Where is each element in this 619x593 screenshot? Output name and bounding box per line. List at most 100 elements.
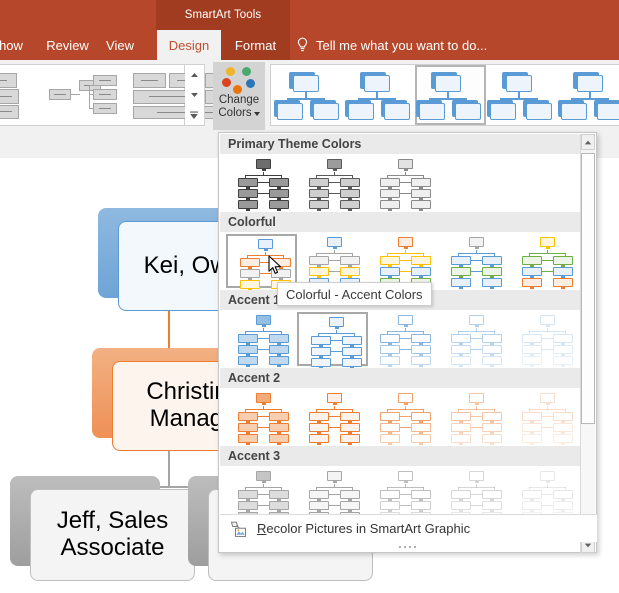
- glyph-node-r1c2: [553, 412, 573, 421]
- scroll-up-icon[interactable]: [581, 134, 595, 150]
- glyph-node-r2c1: [238, 423, 258, 432]
- connector: [387, 175, 424, 176]
- glyph-node-r2c2: [553, 501, 573, 510]
- connector: [387, 487, 424, 488]
- node-stand: [262, 169, 266, 171]
- recolor-pictures-command[interactable]: Recolor Pictures in SmartArt Graphic: [220, 514, 597, 542]
- swatch-accent2-dark-2-fill[interactable]: [226, 390, 297, 444]
- connector: [245, 331, 282, 332]
- tell-me-search[interactable]: Tell me what you want to do...: [296, 30, 487, 60]
- change-colors-button[interactable]: Change Colors: [213, 62, 265, 130]
- org-chart-glyph: [305, 157, 364, 211]
- smartart-style-5[interactable]: [557, 65, 619, 125]
- glyph-node-r1c2: [269, 334, 289, 343]
- layout-thumbnail-2[interactable]: [49, 75, 115, 117]
- smartart-style-1[interactable]: [273, 65, 344, 125]
- glyph-node-r1c1: [238, 490, 258, 499]
- connector: [318, 333, 355, 334]
- swatch-row-accent-2[interactable]: [220, 388, 582, 446]
- smartart-style-2[interactable]: [344, 65, 415, 125]
- swatch-accent1-transparent[interactable]: [510, 312, 581, 366]
- tab-format[interactable]: Format: [221, 30, 290, 60]
- swatch-colorful-range-accent-2-3[interactable]: [368, 234, 439, 288]
- glyph-top-node: [256, 159, 271, 169]
- glyph-node-r3c2: [340, 434, 360, 443]
- glyph-node-r3c2: [482, 434, 502, 443]
- swatch-colorful-accent-colors[interactable]: [226, 234, 297, 288]
- glyph-node-r3c1: [238, 200, 258, 209]
- scrollbar-thumb[interactable]: [581, 153, 595, 424]
- swatch-primary-3[interactable]: [368, 156, 439, 210]
- swatch-colorful-range-accent-1-2[interactable]: [297, 234, 368, 288]
- node-stand: [490, 287, 494, 289]
- glyph-node-r3c2: [269, 356, 289, 365]
- smartart-styles-gallery[interactable]: [270, 64, 619, 126]
- smartart-style-4[interactable]: [486, 65, 557, 125]
- layout-thumbnail-1[interactable]: [0, 73, 33, 119]
- scroll-down-icon[interactable]: [185, 85, 203, 105]
- glyph-node-r1c1: [522, 412, 542, 421]
- glyph-node-r1c1: [451, 334, 471, 343]
- smartart-style-3[interactable]: [415, 65, 486, 125]
- swatch-accent2-gradient-loop[interactable]: [439, 390, 510, 444]
- swatch-accent1-colored-fill[interactable]: [297, 312, 368, 366]
- node-stand: [546, 325, 550, 327]
- glyph-node-r1c2: [482, 334, 502, 343]
- layouts-scroll-buttons[interactable]: [185, 64, 205, 126]
- swatch-accent1-gradient-range[interactable]: [368, 312, 439, 366]
- glyph-node-r1c2: [411, 334, 431, 343]
- connector: [245, 175, 282, 176]
- glyph-node-r3c2: [342, 358, 362, 367]
- glyph-node-r2c2: [411, 345, 431, 354]
- glyph-node-r1c1: [451, 490, 471, 499]
- group-header-accent-2: Accent 2: [220, 368, 582, 388]
- tab-view[interactable]: View: [96, 30, 144, 60]
- layouts-gallery[interactable]: [0, 64, 185, 126]
- glyph-node-r1c1: [451, 412, 471, 421]
- glyph-node-r2c2: [269, 189, 289, 198]
- swatch-accent2-colored-fill[interactable]: [297, 390, 368, 444]
- swatch-accent1-dark-2-fill[interactable]: [226, 312, 297, 366]
- org-chart-glyph: [234, 157, 293, 211]
- panel-resize-grip[interactable]: [219, 542, 596, 551]
- glyph-node-r1c1: [451, 256, 471, 265]
- swatch-colorful-range-accent-3-4[interactable]: [439, 234, 510, 288]
- swatch-row-primary-theme-colors[interactable]: [220, 154, 582, 212]
- glyph-node-r2c1: [380, 423, 400, 432]
- swatch-primary-1[interactable]: [226, 156, 297, 210]
- glyph-node-r1c1: [309, 178, 329, 187]
- glyph-node-r2c2: [269, 501, 289, 510]
- connector: [458, 409, 495, 410]
- swatch-row-accent-1[interactable]: [220, 310, 582, 368]
- change-colors-label-line1: Change: [219, 94, 259, 107]
- swatch-primary-2[interactable]: [297, 156, 368, 210]
- glyph-node-r2c1: [380, 345, 400, 354]
- panel-scrollbar[interactable]: [580, 134, 595, 553]
- node-stand: [530, 443, 534, 445]
- recolor-pictures-label: Recolor Pictures in SmartArt Graphic: [257, 521, 470, 536]
- title-bar: SmartArt Tools: [0, 0, 619, 30]
- tab-review[interactable]: Review: [40, 30, 95, 60]
- node-stand: [262, 403, 266, 405]
- chevron-down-icon[interactable]: [254, 112, 260, 116]
- tooltip: Colorful - Accent Colors: [277, 282, 432, 306]
- node-stand: [246, 443, 250, 445]
- glyph-node-r3c2: [482, 356, 502, 365]
- glyph-node-r3c1: [380, 356, 400, 365]
- change-colors-label-text: Colors: [218, 107, 251, 120]
- swatch-accent1-gradient-loop[interactable]: [439, 312, 510, 366]
- tab-design[interactable]: Design: [157, 30, 221, 60]
- node-stand: [246, 209, 250, 211]
- swatch-accent2-transparent[interactable]: [510, 390, 581, 444]
- swatch-accent2-gradient-range[interactable]: [368, 390, 439, 444]
- glyph-top-node: [540, 315, 555, 325]
- swatch-colorful-range-accent-4-5[interactable]: [510, 234, 581, 288]
- glyph-node-r1c1: [380, 412, 400, 421]
- glyph-node-r2c2: [482, 345, 502, 354]
- glyph-node-r1c1: [380, 490, 400, 499]
- more-layouts-icon[interactable]: [185, 105, 203, 125]
- node-stand: [277, 443, 281, 445]
- change-colors-dropdown-panel[interactable]: Primary Theme Colors Colorful Accent 1 A…: [218, 132, 597, 553]
- tab-slide-show[interactable]: how: [0, 30, 40, 60]
- scroll-up-icon[interactable]: [185, 65, 203, 85]
